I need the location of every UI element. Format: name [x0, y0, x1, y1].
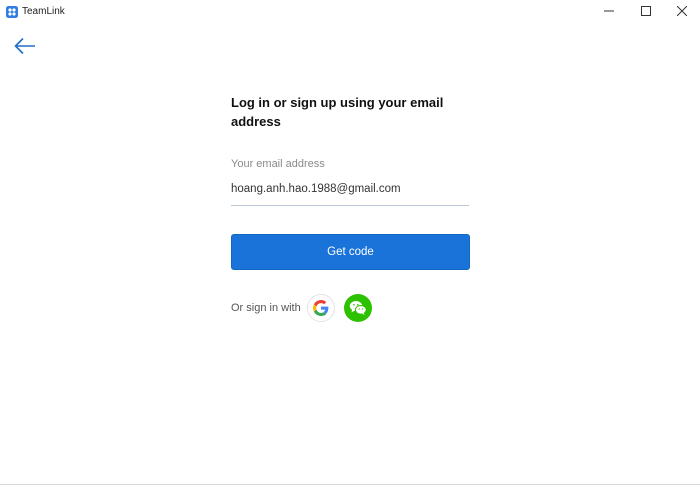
get-code-button[interactable]: Get code	[231, 234, 470, 270]
email-label: Your email address	[231, 158, 325, 170]
or-sign-in-label: Or sign in with	[231, 302, 301, 314]
maximize-button[interactable]	[631, 0, 661, 22]
back-button[interactable]	[12, 35, 38, 57]
wechat-icon	[349, 301, 367, 316]
login-heading: Log in or sign up using your email addre…	[231, 95, 444, 129]
teamlink-logo-icon	[6, 6, 18, 18]
arrow-left-icon	[14, 37, 35, 55]
close-button[interactable]	[667, 0, 697, 22]
google-icon	[313, 300, 329, 316]
teamlink-window: TeamLink Log in or sign up using your em…	[0, 0, 700, 485]
email-input[interactable]	[231, 178, 469, 206]
title-bar[interactable]: TeamLink	[0, 0, 700, 24]
wechat-sign-in-button[interactable]	[344, 294, 372, 322]
close-icon	[677, 6, 687, 16]
maximize-icon	[641, 6, 651, 16]
minimize-button[interactable]	[594, 0, 624, 22]
minimize-icon	[604, 10, 614, 12]
window-title: TeamLink	[22, 6, 65, 17]
google-sign-in-button[interactable]	[307, 294, 335, 322]
